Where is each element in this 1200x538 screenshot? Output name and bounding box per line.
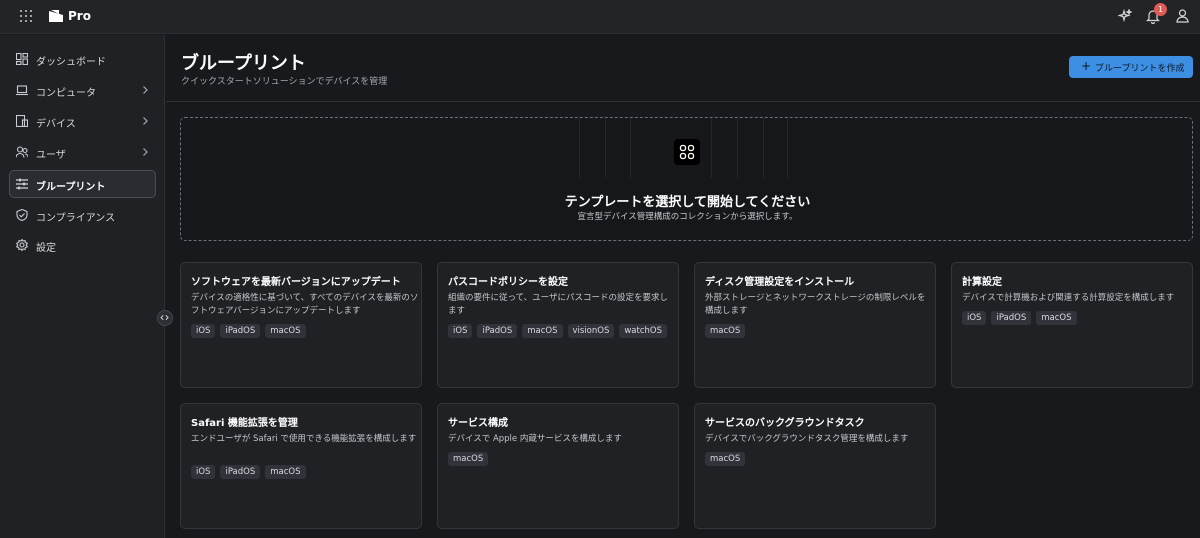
platform-tags: iOS iPadOS macOS <box>191 324 306 338</box>
top-bar: Pro 1 <box>0 0 1200 34</box>
sidebar-item-dashboard[interactable]: ダッシュボード <box>9 45 156 73</box>
template-description: デバイスでバックグラウンドタスク管理を構成します <box>705 434 909 444</box>
dashboard-icon <box>16 53 28 65</box>
decorative-line <box>711 118 712 178</box>
logo-icon <box>49 10 63 22</box>
platform-tags: macOS <box>705 452 746 466</box>
decorative-line <box>787 118 788 178</box>
platform-tag: macOS <box>448 452 489 466</box>
template-card[interactable]: Safari 機能拡張を管理 エンドユーザが Safari で使用できる機能拡張… <box>180 403 422 529</box>
user-icon[interactable] <box>1176 9 1189 23</box>
platform-tag: iPadOS <box>477 324 518 338</box>
platform-tags: macOS <box>448 452 489 466</box>
platform-tag: iOS <box>448 324 473 338</box>
platform-tag: macOS <box>265 465 306 479</box>
template-card[interactable]: パスコードポリシーを設定 組織の要件に従って、ユーザにパスコードの設定を要求しま… <box>437 262 679 388</box>
empty-state-description: 宣言型デバイス管理構成のコレクションから選択します。 <box>577 212 798 222</box>
page-subtitle: クイックスタートソリューションでデバイスを管理 <box>181 77 388 87</box>
platform-tag: iPadOS <box>220 324 261 338</box>
template-description: 組織の要件に従って、ユーザにパスコードの設定を要求します <box>448 293 668 316</box>
template-title: パスコードポリシーを設定 <box>448 277 568 288</box>
template-description: デバイスで計算機および関連する計算設定を構成します <box>962 293 1175 303</box>
platform-tag: macOS <box>1036 311 1077 325</box>
template-description: デバイスで Apple 内蔵サービスを構成します <box>448 434 622 444</box>
platform-tag: macOS <box>265 324 306 338</box>
template-card[interactable]: 計算設定 デバイスで計算機および関連する計算設定を構成します iOS iPadO… <box>951 262 1193 388</box>
notification-badge: 1 <box>1154 3 1167 16</box>
template-description: デバイスの適格性に基づいて、すべてのデバイスを最新のソフトウェアバージョンにアッ… <box>191 293 419 316</box>
decorative-line <box>579 118 580 178</box>
template-card[interactable]: ディスク管理設定をインストール 外部ストレージとネットワークストレージの制限レベ… <box>694 262 936 388</box>
sidebar-item-settings[interactable]: 設定 <box>9 231 156 259</box>
platform-tag: visionOS <box>567 324 615 338</box>
plus-icon: + <box>1081 59 1092 73</box>
platform-tag: iOS <box>191 324 216 338</box>
platform-tags: iOS iPadOS macOS visionOS watchOS <box>448 324 667 338</box>
sidebar-item-label: ブループリント <box>36 182 106 193</box>
sidebar-item-label: ユーザ <box>36 150 66 161</box>
users-icon <box>16 146 28 158</box>
sidebar-item-users[interactable]: ユーザ <box>9 138 156 166</box>
brand-name: Pro <box>68 9 91 23</box>
chevron-right-icon <box>143 117 148 125</box>
create-blueprint-label: ブループリントを作成 <box>1095 64 1185 74</box>
sidebar-collapse-handle[interactable] <box>157 310 173 326</box>
chevron-right-icon <box>143 148 148 156</box>
platform-tag: macOS <box>522 324 563 338</box>
template-title: 計算設定 <box>962 277 1002 288</box>
sidebar-item-devices[interactable]: デバイス <box>9 107 156 135</box>
template-title: サービスのバックグラウンドタスク <box>705 418 865 429</box>
decorative-line <box>763 118 764 178</box>
decorative-line <box>737 118 738 178</box>
decorative-line <box>605 118 606 178</box>
sidebar-item-label: 設定 <box>36 243 56 254</box>
template-description: 外部ストレージとネットワークストレージの制限レベルを構成します <box>705 293 926 316</box>
platform-tag: macOS <box>705 324 746 338</box>
platform-tag: iPadOS <box>220 465 261 479</box>
expand-collapse-icon <box>160 315 169 321</box>
platform-tag: iOS <box>962 311 987 325</box>
gear-icon <box>16 239 28 251</box>
empty-state-title: テンプレートを選択して開始してください <box>564 195 811 210</box>
templates-icon <box>674 139 700 165</box>
template-card[interactable]: ソフトウェアを最新バージョンにアップデート デバイスの適格性に基づいて、すべての… <box>180 262 422 388</box>
template-title: サービス構成 <box>448 418 508 429</box>
template-empty-state: テンプレートを選択して開始してください 宣言型デバイス管理構成のコレクションから… <box>180 117 1193 241</box>
header-divider <box>166 101 1200 102</box>
apps-grid-icon[interactable] <box>20 10 34 24</box>
platform-tag: iOS <box>191 465 216 479</box>
sidebar-item-label: コンプライアンス <box>36 213 116 224</box>
platform-tag: iPadOS <box>991 311 1032 325</box>
sidebar: ダッシュボード コンピュータ デバイス ユーザ ブループリント コンプライアンス… <box>0 35 165 538</box>
shield-check-icon <box>16 209 28 221</box>
sidebar-item-compliance[interactable]: コンプライアンス <box>9 201 156 229</box>
sidebar-item-label: デバイス <box>36 119 76 130</box>
sliders-icon <box>16 178 28 190</box>
platform-tags: iOS iPadOS macOS <box>191 465 306 479</box>
decorative-line <box>630 118 631 178</box>
sidebar-item-blueprints[interactable]: ブループリント <box>9 170 156 198</box>
chevron-right-icon <box>143 86 148 94</box>
template-title: ディスク管理設定をインストール <box>705 277 855 288</box>
sidebar-item-label: コンピュータ <box>36 88 96 99</box>
platform-tag: macOS <box>705 452 746 466</box>
platform-tags: iOS iPadOS macOS <box>962 311 1077 325</box>
platform-tags: macOS <box>705 324 746 338</box>
template-title: ソフトウェアを最新バージョンにアップデート <box>191 277 401 288</box>
template-card[interactable]: サービスのバックグラウンドタスク デバイスでバックグラウンドタスク管理を構成しま… <box>694 403 936 529</box>
platform-tag: watchOS <box>619 324 667 338</box>
sidebar-item-label: ダッシュボード <box>36 57 106 68</box>
template-description: エンドユーザが Safari で使用できる機能拡張を構成します <box>191 434 417 444</box>
create-blueprint-button[interactable]: + ブループリントを作成 <box>1069 56 1193 78</box>
ai-sparkle-icon[interactable] <box>1118 9 1132 23</box>
laptop-icon <box>16 85 28 96</box>
devices-icon <box>16 115 28 127</box>
template-card[interactable]: サービス構成 デバイスで Apple 内蔵サービスを構成します macOS <box>437 403 679 529</box>
sidebar-item-computers[interactable]: コンピュータ <box>9 76 156 104</box>
page-title: ブループリント <box>181 53 306 74</box>
template-title: Safari 機能拡張を管理 <box>191 418 298 429</box>
